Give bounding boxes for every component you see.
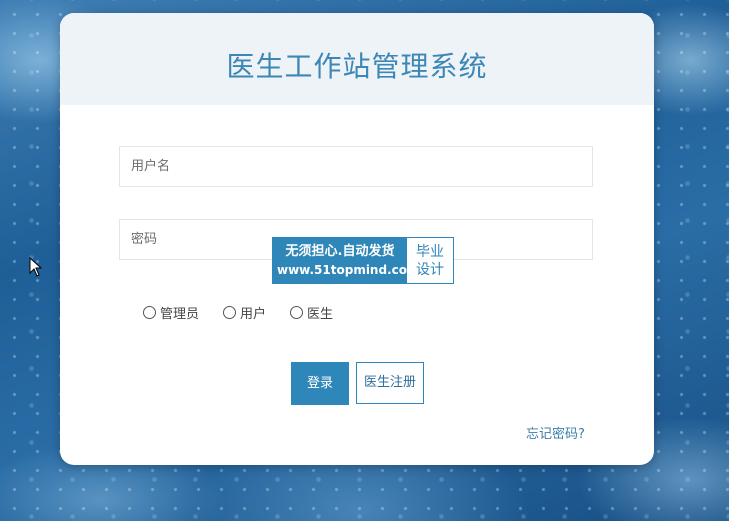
- mouse-pointer-icon: [29, 257, 43, 277]
- watermark-line1: 无须担心.自动发货: [285, 243, 395, 259]
- role-label-user: 用户: [240, 307, 267, 322]
- role-label-doctor: 医生: [307, 307, 334, 322]
- radio-icon[interactable]: [143, 306, 156, 319]
- page-title: 医生工作站管理系统: [226, 50, 488, 83]
- login-button[interactable]: 登录: [291, 362, 349, 405]
- watermark-text: 无须担心.自动发货 www.51topmind.com: [273, 238, 420, 283]
- radio-icon[interactable]: [223, 306, 237, 319]
- forgot-password-link[interactable]: 忘记密码?: [526, 423, 585, 442]
- watermark-banner: 无须担心.自动发货 www.51topmind.com 毕业 设计: [272, 237, 454, 284]
- watermark-url: www.51topmind.com: [277, 262, 420, 277]
- role-label-admin: 管理员: [160, 307, 200, 322]
- watermark-badge: 毕业 设计: [407, 238, 453, 283]
- role-radio-group: 管理员 用户 医生: [143, 303, 357, 322]
- watermark-badge-top: 毕业: [416, 243, 444, 260]
- radio-icon[interactable]: [290, 306, 304, 319]
- username-input[interactable]: 用户名: [119, 146, 593, 187]
- role-option-user[interactable]: 用户: [223, 303, 266, 322]
- watermark-badge-bottom: 设计: [416, 261, 444, 278]
- role-option-admin[interactable]: 管理员: [143, 303, 199, 322]
- role-option-doctor[interactable]: 医生: [290, 303, 333, 322]
- card-header: 医生工作站管理系统: [60, 13, 654, 105]
- doctor-register-button[interactable]: 医生注册: [356, 362, 424, 404]
